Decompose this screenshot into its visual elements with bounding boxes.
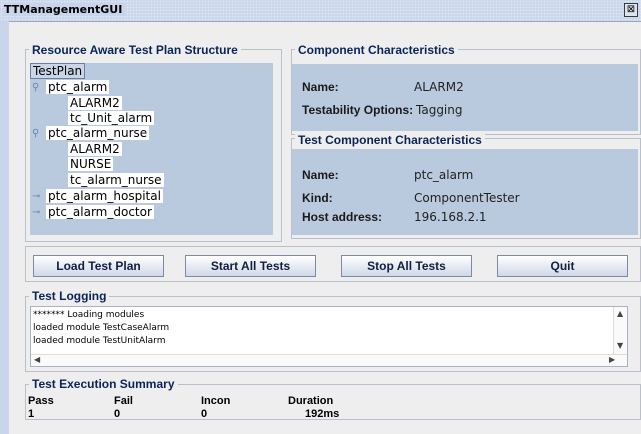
summary-header-pass: Pass [28, 395, 54, 407]
scroll-down-icon[interactable]: ▼ [617, 341, 623, 350]
scroll-left-icon[interactable]: ◀ [34, 355, 40, 364]
test-plan-tree[interactable]: TestPlan ⚲ ptc_alarm ALARM2 tc_Unit_alar… [30, 63, 273, 235]
tree-leaf[interactable]: NURSE [68, 157, 114, 172]
closed-key-icon[interactable]: ⊸ [32, 205, 40, 220]
logging-panel-title: Test Logging [29, 289, 110, 303]
title-bar[interactable]: TTManagementGUI ⊠ [0, 0, 641, 22]
summary-panel-title: Test Execution Summary [29, 377, 178, 391]
tree-node-label: tc_alarm_nurse [68, 173, 164, 187]
tree-leaf[interactable]: tc_Unit_alarm [68, 111, 155, 126]
summary-value-incon: 0 [201, 408, 208, 420]
kind-value: ComponentTester [414, 191, 520, 205]
log-line: loaded module TestUnitAlarm [33, 336, 166, 346]
log-line: ******* Loading modules [33, 310, 145, 320]
tree-root-label: TestPlan [30, 63, 86, 79]
tree-node-ptc-alarm-doctor[interactable]: ⊸ ptc_alarm_doctor [32, 205, 154, 220]
close-icon[interactable]: ⊠ [624, 3, 638, 17]
load-test-plan-button[interactable]: Load Test Plan [33, 255, 164, 277]
tree-node-label: ALARM2 [68, 96, 122, 110]
test-component-name-value: ptc_alarm [414, 168, 474, 182]
test-component-info: Name: ptc_alarm Kind: ComponentTester Ho… [292, 149, 638, 235]
component-info: Name: ALARM2 Testability Options: Taggin… [292, 64, 638, 131]
tree-node-label: ptc_alarm_doctor [46, 205, 154, 219]
test-component-panel-title: Test Component Characteristics [295, 133, 485, 147]
tree-node-label: ptc_alarm_nurse [46, 126, 150, 140]
structure-panel-title: Resource Aware Test Plan Structure [29, 43, 241, 57]
summary-header-fail: Fail [114, 395, 133, 407]
tree-leaf[interactable]: ALARM2 [68, 142, 122, 157]
testability-value: Tagging [416, 103, 463, 117]
horizontal-scrollbar[interactable]: ◀ ▶ [31, 354, 627, 366]
tree-node-label: ptc_alarm [46, 80, 110, 94]
vertical-scrollbar[interactable]: ▲ ▼ [613, 307, 627, 354]
tree-node-ptc-alarm-hospital[interactable]: ⊸ ptc_alarm_hospital [32, 189, 163, 204]
host-address-value: 196.168.2.1 [414, 210, 487, 224]
log-text-area[interactable]: ******* Loading modules loaded module Te… [30, 306, 628, 367]
tree-node-label: tc_Unit_alarm [68, 111, 155, 125]
stop-all-tests-button[interactable]: Stop All Tests [341, 255, 472, 277]
summary-header-incon: Incon [201, 395, 231, 407]
host-address-label: Host address: [302, 210, 383, 224]
component-panel-title: Component Characteristics [295, 43, 458, 57]
kind-label: Kind: [302, 191, 333, 205]
tree-node-label: NURSE [68, 157, 114, 171]
component-name-value: ALARM2 [414, 80, 464, 94]
tree-root[interactable]: TestPlan [30, 63, 86, 79]
component-name-label: Name: [302, 80, 339, 94]
start-all-tests-button[interactable]: Start All Tests [185, 255, 316, 277]
tree-leaf[interactable]: tc_alarm_nurse [68, 173, 164, 188]
window-title: TTManagementGUI [4, 3, 126, 16]
scroll-up-icon[interactable]: ▲ [617, 309, 623, 318]
summary-value-fail: 0 [114, 408, 121, 420]
testability-label: Testability Options: [302, 103, 414, 117]
open-key-icon[interactable]: ⚲ [32, 80, 39, 95]
summary-value-pass: 1 [28, 408, 35, 420]
tree-leaf[interactable]: ALARM2 [68, 96, 122, 111]
test-component-name-label: Name: [302, 168, 339, 182]
tree-node-ptc-alarm-nurse[interactable]: ⚲ ptc_alarm_nurse [32, 126, 150, 141]
closed-key-icon[interactable]: ⊸ [32, 189, 40, 204]
tree-node-label: ALARM2 [68, 142, 122, 156]
window-left-border [0, 21, 9, 434]
tree-node-ptc-alarm[interactable]: ⚲ ptc_alarm [32, 80, 110, 95]
summary-value-duration: 192ms [305, 408, 340, 420]
tree-node-label: ptc_alarm_hospital [46, 189, 163, 203]
open-key-icon[interactable]: ⚲ [32, 126, 39, 141]
quit-button[interactable]: Quit [497, 255, 628, 277]
log-line: loaded module TestCaseAlarm [33, 323, 170, 333]
scroll-right-icon[interactable]: ▶ [609, 355, 615, 364]
summary-header-duration: Duration [288, 395, 334, 407]
